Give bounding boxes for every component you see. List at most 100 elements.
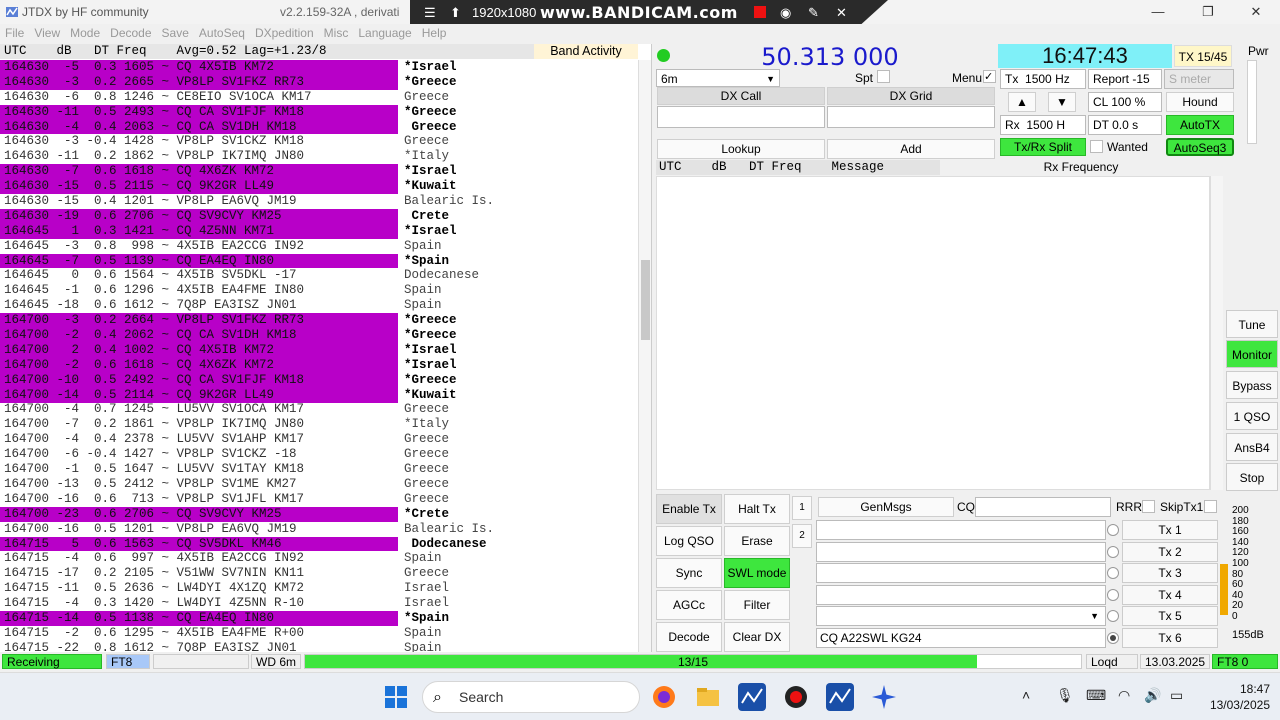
tx4-button[interactable]: Tx 4 (1122, 585, 1218, 605)
rx-freq-spinbox[interactable]: Rx 1500 H (1000, 115, 1086, 135)
menu-language[interactable]: Language (353, 24, 416, 42)
band-activity-row[interactable]: 164700 -2 0.6 1618 ~ CQ 4X6ZK KM72 *Israe… (0, 357, 638, 373)
band-activity-row[interactable]: 164700 -14 0.5 2114 ~ CQ 9K2GR LL49 *Kuwa… (0, 387, 638, 403)
menu-mode[interactable]: Mode (65, 24, 105, 42)
band-activity-row[interactable]: 164715 -11 0.5 2636 ~ LW4DYI 4X1ZQ KM72 I… (0, 581, 638, 596)
overlay-close-icon[interactable]: ✕ (836, 4, 847, 22)
file-explorer-icon[interactable] (694, 683, 722, 711)
compass-app-icon[interactable] (870, 683, 898, 711)
band-activity-row[interactable]: 164715 -4 0.3 1420 ~ LW4DYI 4Z5NN R-10 Is… (0, 596, 638, 611)
tx3-radio[interactable] (1107, 567, 1119, 579)
tx-freq-spinbox[interactable]: Tx 1500 Hz (1000, 69, 1086, 89)
autoseq3-button[interactable]: AutoSeq3 (1166, 138, 1234, 156)
band-select[interactable]: 6m ▼ (656, 69, 780, 87)
menu-dxpedition[interactable]: DXpedition (250, 24, 319, 42)
maximize-button[interactable]: ❐ (1198, 3, 1218, 21)
band-activity-row[interactable]: 164700 -1 0.5 1647 ~ LU5VV SV1TAY KM18 Gr… (0, 462, 638, 477)
menu-autoseq[interactable]: AutoSeq (194, 24, 250, 42)
windows-start-icon[interactable] (382, 683, 410, 711)
band-activity-row[interactable]: 164700 -2 0.4 2062 ~ CQ CA SV1DH KM18 *Gr… (0, 328, 638, 343)
tx-rx-split-button[interactable]: Tx/Rx Split (1000, 138, 1086, 156)
tx-tab-2[interactable]: 2 (792, 524, 812, 548)
band-activity-row[interactable]: 164630 -4 0.4 2063 ~ CQ CA SV1DH KM18 Gr… (0, 119, 638, 135)
menu-misc[interactable]: Misc (319, 24, 354, 42)
menu-file[interactable]: File (0, 24, 29, 42)
band-activity-row[interactable]: 164715 -2 0.6 1295 ~ 4X5IB EA4FME R+00 Sp… (0, 626, 638, 641)
tx5-message-select[interactable]: ▼ (816, 606, 1106, 626)
band-activity-row[interactable]: 164630 -7 0.6 1618 ~ CQ 4X6ZK KM72 *Israe… (0, 164, 638, 180)
autotx-button[interactable]: AutoTX (1166, 115, 1234, 135)
bandicam-taskbar-icon[interactable] (782, 683, 810, 711)
log-qso-button[interactable]: Log QSO (656, 526, 722, 556)
filter-button[interactable]: Filter (724, 590, 790, 620)
band-activity-scrollbar[interactable] (638, 60, 651, 652)
wanted-checkbox[interactable] (1090, 140, 1103, 153)
one-qso-button[interactable]: 1 QSO (1226, 402, 1278, 430)
menu-view[interactable]: View (29, 24, 65, 42)
menu-decode[interactable]: Decode (105, 24, 156, 42)
minimize-button[interactable]: — (1148, 3, 1168, 21)
band-activity-row[interactable]: 164645 -3 0.8 998 ~ 4X5IB EA2CCG IN92 Spa… (0, 239, 638, 254)
dt-spinbox[interactable]: DT 0.0 s (1088, 115, 1162, 135)
band-activity-row[interactable]: 164630 -6 0.8 1246 ~ CE8EIO SV1OCA KM17 G… (0, 90, 638, 105)
band-activity-row[interactable]: 164700 -3 0.2 2664 ~ VP8LP SV1FKZ RR73 *G… (0, 313, 638, 329)
band-activity-row[interactable]: 164700 -6 -0.4 1427 ~ VP8LP SV1CKZ -18 Gr… (0, 447, 638, 462)
scrollbar-thumb[interactable] (641, 260, 650, 340)
band-activity-row[interactable]: 164715 -22 0.8 1612 ~ 7Q8P EA3ISZ JN01 Sp… (0, 641, 638, 652)
tx4-radio[interactable] (1107, 589, 1119, 601)
rx-frequency-list[interactable] (656, 176, 1210, 490)
band-activity-row[interactable]: 164645 -7 0.5 1139 ~ CQ EA4EQ IN80 *Spain (0, 253, 638, 269)
menu-checkbox[interactable]: ✓ (983, 70, 996, 83)
hound-button[interactable]: Hound (1166, 92, 1234, 112)
band-activity-row[interactable]: 164630 -19 0.6 2706 ~ CQ SV9CVY KM25 Cre… (0, 208, 638, 224)
band-activity-row[interactable]: 164715 -4 0.6 997 ~ 4X5IB EA2CCG IN92 Spa… (0, 551, 638, 566)
ansb4-button[interactable]: AnsB4 (1226, 433, 1278, 461)
halt-tx-button[interactable]: Halt Tx (724, 494, 790, 524)
band-activity-row[interactable]: 164630 -11 0.2 1862 ~ VP8LP IK7IMQ JN80 *… (0, 149, 638, 164)
tx-tab-1[interactable]: 1 (792, 496, 812, 520)
pin-icon[interactable]: ⬆ (450, 4, 461, 22)
erase-button[interactable]: Erase (724, 526, 790, 556)
volume-icon[interactable]: 🔊 (1144, 687, 1161, 704)
tx3-button[interactable]: Tx 3 (1122, 563, 1218, 583)
spt-checkbox[interactable] (877, 70, 890, 83)
tx4-message-input[interactable] (816, 585, 1106, 605)
battery-icon[interactable]: ▭ (1170, 687, 1183, 704)
tx3-message-input[interactable] (816, 563, 1106, 583)
tx2-button[interactable]: Tx 2 (1122, 542, 1218, 562)
band-activity-row[interactable]: 164700 -16 0.5 1201 ~ VP8LP EA6VQ JM19 Ba… (0, 522, 638, 537)
band-activity-row[interactable]: 164700 -13 0.5 2412 ~ VP8LP SV1ME KM27 Gr… (0, 477, 638, 492)
band-activity-row[interactable]: 164700 -7 0.2 1861 ~ VP8LP IK7IMQ JN80 *I… (0, 417, 638, 432)
decode-button[interactable]: Decode (656, 622, 722, 652)
band-activity-row[interactable]: 164700 -4 0.7 1245 ~ LU5VV SV1OCA KM17 Gr… (0, 402, 638, 417)
cq-input[interactable] (975, 497, 1111, 517)
stop-button[interactable]: Stop (1226, 463, 1278, 491)
agcc-button[interactable]: AGCc (656, 590, 722, 620)
band-activity-row[interactable]: 164630 -3 0.2 2665 ~ VP8LP SV1FKZ RR73 *G… (0, 74, 638, 90)
bypass-button[interactable]: Bypass (1226, 371, 1278, 399)
firefox-icon[interactable] (650, 683, 678, 711)
taskbar-search[interactable]: ⌕ Search (422, 681, 640, 713)
band-activity-row[interactable]: 164715 5 0.6 1563 ~ CQ SV5DKL KM46 Dodec… (0, 536, 638, 552)
band-activity-row[interactable]: 164645 1 0.3 1421 ~ CQ 4Z5NN KM71 *Israel (0, 223, 638, 239)
band-activity-row[interactable]: 164645 -18 0.6 1612 ~ 7Q8P EA3ISZ JN01 Sp… (0, 298, 638, 313)
band-activity-row[interactable]: 164630 -15 0.4 1201 ~ VP8LP EA6VQ JM19 Ba… (0, 194, 638, 209)
band-activity-row[interactable]: 164630 -11 0.5 2493 ~ CQ CA SV1FJF KM18 *… (0, 104, 638, 120)
menu-icon[interactable]: ☰ (424, 4, 436, 22)
band-activity-row[interactable]: 164700 -23 0.6 2706 ~ CQ SV9CVY KM25 *Cre… (0, 506, 638, 522)
tx6-button[interactable]: Tx 6 (1122, 628, 1218, 648)
wsjt-taskbar-icon[interactable] (826, 683, 854, 711)
genmsgs-button[interactable]: GenMsgs (818, 497, 954, 517)
tx6-radio[interactable] (1107, 632, 1119, 644)
keyboard-icon[interactable]: ⌨ (1086, 687, 1106, 704)
report-spinbox[interactable]: Report -15 (1088, 69, 1162, 89)
sync-button[interactable]: Sync (656, 558, 722, 588)
tx1-message-input[interactable] (816, 520, 1106, 540)
jtdx-taskbar-icon[interactable] (738, 683, 766, 711)
band-activity-row[interactable]: 164630 -15 0.5 2115 ~ CQ 9K2GR LL49 *Kuwa… (0, 179, 638, 195)
clear-dx-button[interactable]: Clear DX (724, 622, 790, 652)
menu-save[interactable]: Save (157, 24, 194, 42)
band-activity-row[interactable]: 164715 -14 0.5 1138 ~ CQ EA4EQ IN80 *Spai… (0, 610, 638, 626)
record-stop-icon[interactable] (754, 6, 766, 18)
band-activity-row[interactable]: 164700 2 0.4 1002 ~ CQ 4X5IB KM72 *Israel (0, 342, 638, 358)
